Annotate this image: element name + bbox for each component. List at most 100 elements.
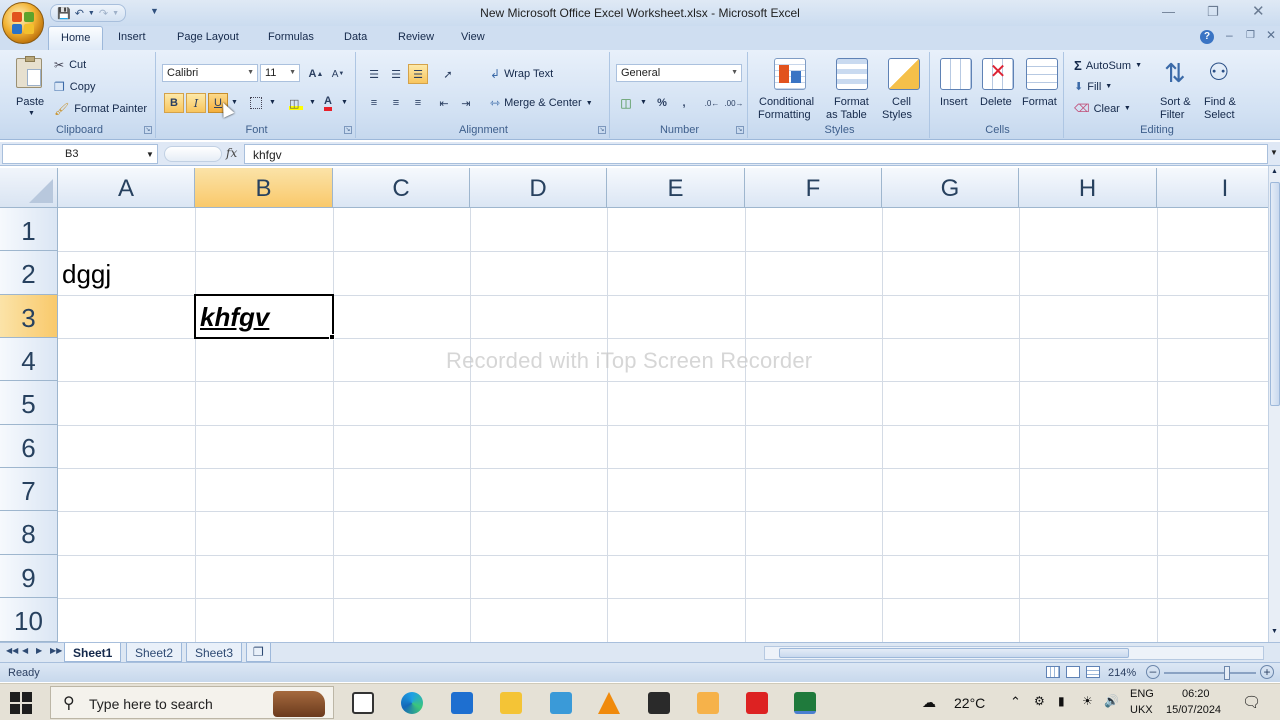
increase-indent-icon[interactable]: ⇥ (456, 93, 476, 113)
sheet-tab-sheet1[interactable]: Sheet1 (64, 643, 122, 662)
percent-button[interactable]: % (652, 93, 672, 113)
horizontal-scroll-thumb[interactable] (779, 648, 1129, 658)
row-header-3[interactable]: 3 (0, 295, 58, 338)
insert-cells-button[interactable]: Insert (936, 56, 976, 120)
scroll-down-icon[interactable]: ▼ (1271, 628, 1278, 635)
battery-icon[interactable]: ▮ (1058, 694, 1065, 708)
vertical-scrollbar[interactable]: ▲ ▼ (1268, 166, 1280, 642)
edge-browser-icon[interactable] (401, 692, 423, 714)
row-header-4[interactable]: 4 (0, 338, 58, 381)
row-header-5[interactable]: 5 (0, 381, 58, 425)
clock-date[interactable]: 15/07/2024 (1166, 704, 1221, 716)
align-left-icon[interactable]: ≡ (364, 93, 384, 113)
taskbar-search[interactable]: ⚲ Type here to search (50, 686, 334, 719)
delete-cells-button[interactable]: ✕ Delete (978, 56, 1018, 120)
borders-dropdown-icon[interactable]: ▼ (269, 99, 276, 106)
horizontal-scrollbar[interactable] (764, 646, 1264, 660)
font-color-icon[interactable]: A (318, 93, 338, 113)
autosum-button[interactable]: Σ AutoSum ▼ (1074, 58, 1142, 73)
restore-icon[interactable]: ❐ (1207, 4, 1219, 20)
row-header-9[interactable]: 9 (0, 555, 58, 598)
row-header-2[interactable]: 2 (0, 251, 58, 295)
page-layout-view-icon[interactable] (1066, 666, 1080, 678)
format-painter-button[interactable]: 🖌 Format Painter (54, 102, 147, 116)
network-icon[interactable]: ☀ (1082, 694, 1093, 708)
wrap-text-button[interactable]: ↲ Wrap Text (490, 67, 553, 81)
column-header-f[interactable]: F (745, 168, 882, 208)
name-box-dropdown-icon[interactable]: ▼ (146, 150, 154, 159)
select-all-corner[interactable] (0, 168, 58, 208)
ribbon-close-icon[interactable]: ✕ (1266, 28, 1276, 42)
name-box[interactable]: B3 (2, 144, 158, 164)
decrease-indent-icon[interactable]: ⇤ (434, 93, 454, 113)
help-icon[interactable]: ? (1200, 30, 1214, 44)
column-header-c[interactable]: C (333, 168, 470, 208)
column-header-h[interactable]: H (1019, 168, 1157, 208)
clear-button[interactable]: ⌫ Clear ▼ (1074, 102, 1131, 116)
align-right-icon[interactable]: ≡ (408, 93, 428, 113)
align-bottom-icon[interactable]: ☰ (408, 64, 428, 84)
cut-button[interactable]: ✂ Cut (54, 58, 86, 72)
first-sheet-icon[interactable]: ◀◀ (6, 646, 18, 655)
ribbon-restore-icon[interactable]: ❐ (1246, 30, 1255, 41)
volume-icon[interactable]: 🔊 (1104, 694, 1119, 708)
fill-color-icon[interactable]: ◫ (286, 93, 306, 113)
task-view-icon[interactable] (352, 692, 374, 714)
row-header-8[interactable]: 8 (0, 511, 58, 555)
notification-icon[interactable]: 🗨 (1242, 693, 1261, 711)
find-select-button[interactable]: ⚇ Find & Select (1200, 56, 1244, 121)
excel-icon[interactable] (794, 692, 816, 714)
language-2[interactable]: UKX (1130, 704, 1153, 716)
row-header-10[interactable]: 10 (0, 598, 58, 642)
number-launcher-icon[interactable]: ↘ (736, 126, 744, 134)
clock-time[interactable]: 06:20 (1182, 688, 1210, 700)
sheet-tab-sheet3[interactable]: Sheet3 (186, 643, 243, 662)
align-middle-icon[interactable]: ☰ (386, 64, 406, 84)
fill-color-dropdown-icon[interactable]: ▼ (309, 99, 316, 106)
fill-button[interactable]: ⬇ Fill ▼ (1074, 80, 1112, 94)
sort-filter-button[interactable]: ⇅ Sort & Filter (1156, 56, 1198, 121)
minimize-icon[interactable]: — (1162, 4, 1175, 19)
vertical-scroll-thumb[interactable] (1270, 182, 1280, 406)
next-sheet-icon[interactable]: ▶ (36, 646, 42, 655)
insert-sheet-icon[interactable]: ❐ (246, 643, 271, 662)
normal-view-icon[interactable] (1046, 666, 1060, 678)
font-name-select[interactable]: Calibri ▼ (162, 64, 258, 82)
temperature[interactable]: 22°C (954, 695, 985, 711)
vlc-icon[interactable] (598, 692, 620, 714)
paste-button[interactable]: Paste ▼ (10, 56, 50, 117)
page-break-view-icon[interactable] (1086, 666, 1100, 678)
shrink-font-icon[interactable]: A ▼ (328, 64, 348, 84)
column-header-d[interactable]: D (470, 168, 607, 208)
language-1[interactable]: ENG (1130, 688, 1154, 700)
conditional-formatting-button[interactable]: Conditional Formatting (756, 56, 820, 121)
row-header-1[interactable]: 1 (0, 208, 58, 251)
chevron-up-icon[interactable]: ⌃ (1010, 694, 1021, 710)
paste-dropdown-icon[interactable]: ▼ (28, 110, 35, 117)
column-header-i[interactable]: I (1157, 168, 1268, 208)
tray-app-icon[interactable]: ⚙ (1034, 694, 1045, 708)
comma-button[interactable]: , (674, 93, 694, 113)
clipboard-launcher-icon[interactable]: ↘ (144, 126, 152, 134)
currency-icon[interactable]: ◫ (616, 93, 636, 113)
copy-button[interactable]: ❐ Copy (54, 80, 95, 94)
insert-function-icon[interactable]: fx (226, 146, 237, 160)
zoom-slider-thumb[interactable] (1224, 666, 1230, 680)
align-top-icon[interactable]: ☰ (364, 64, 384, 84)
file-explorer-icon[interactable] (500, 692, 522, 714)
column-header-a[interactable]: A (58, 168, 195, 208)
italic-button[interactable]: I (186, 93, 206, 113)
expand-formula-bar-icon[interactable]: ▼ (1270, 148, 1278, 157)
column-header-g[interactable]: G (882, 168, 1019, 208)
align-center-icon[interactable]: ≡ (386, 93, 406, 113)
zoom-out-icon[interactable]: – (1146, 665, 1160, 679)
font-size-select[interactable]: 11 ▼ (260, 64, 300, 82)
weather-icon[interactable]: ☁ (922, 694, 936, 711)
orientation-icon[interactable]: ➚ (438, 64, 458, 84)
zoom-slider[interactable] (1164, 672, 1256, 674)
scroll-up-icon[interactable]: ▲ (1271, 168, 1278, 175)
office-button[interactable] (2, 2, 44, 44)
tab-insert[interactable]: Insert (118, 31, 146, 43)
tab-data[interactable]: Data (344, 31, 367, 43)
cell-a2[interactable]: dggj (62, 259, 111, 290)
